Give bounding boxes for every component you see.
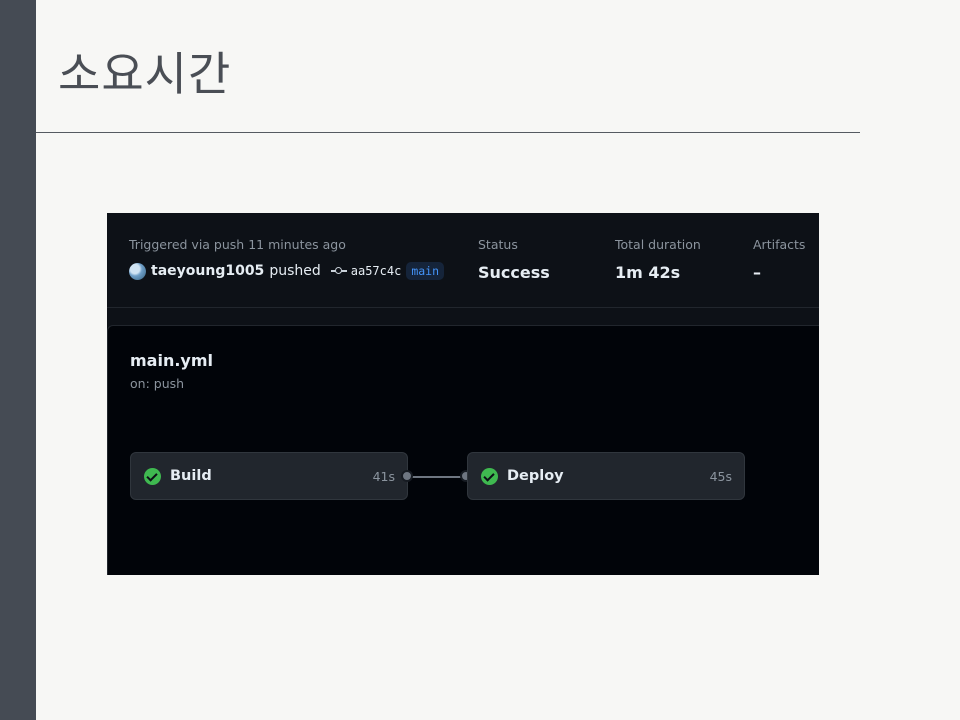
job-name: Deploy	[507, 468, 564, 484]
connector-node-out	[401, 470, 413, 482]
artifacts-column: Artifacts –	[753, 237, 805, 282]
user-link[interactable]: taeyoung1005	[151, 263, 264, 279]
avatar[interactable]	[129, 262, 146, 280]
job-card-build[interactable]: Build 41s	[130, 452, 408, 500]
workflow-graph: main.yml on: push Build 41s Deploy 45s	[107, 325, 819, 575]
slide-left-accent-bar	[0, 0, 36, 720]
trigger-details: taeyoung1005 pushed aa57c4c main	[129, 262, 445, 280]
duration-column: Total duration 1m 42s	[615, 237, 701, 282]
trigger-column: Triggered via push 11 minutes ago taeyou…	[129, 237, 445, 280]
title-divider	[36, 132, 860, 133]
workflow-run-screenshot: Triggered via push 11 minutes ago taeyou…	[107, 213, 819, 575]
status-label: Status	[478, 237, 518, 252]
status-value: Success	[478, 263, 550, 282]
push-action-text: pushed	[269, 263, 321, 279]
workflow-trigger: on: push	[130, 376, 185, 391]
job-duration: 41s	[372, 468, 395, 484]
job-name: Build	[170, 468, 212, 484]
branch-badge[interactable]: main	[406, 262, 445, 280]
artifacts-value: –	[753, 263, 761, 282]
status-column: Status Success	[478, 237, 550, 282]
job-connector	[408, 476, 468, 478]
job-duration: 45s	[709, 468, 732, 484]
trigger-label: Triggered via push 11 minutes ago	[129, 237, 346, 252]
workflow-file-name[interactable]: main.yml	[130, 351, 213, 370]
duration-label: Total duration	[615, 237, 701, 252]
slide-title: 소요시간	[58, 47, 232, 101]
git-commit-icon	[330, 266, 347, 276]
success-check-icon	[144, 467, 161, 485]
commit-sha-link[interactable]: aa57c4c	[351, 264, 402, 278]
success-check-icon	[481, 467, 498, 485]
artifacts-label: Artifacts	[753, 237, 806, 252]
run-summary: Triggered via push 11 minutes ago taeyou…	[107, 213, 819, 308]
job-card-deploy[interactable]: Deploy 45s	[467, 452, 745, 500]
duration-value: 1m 42s	[615, 263, 681, 282]
